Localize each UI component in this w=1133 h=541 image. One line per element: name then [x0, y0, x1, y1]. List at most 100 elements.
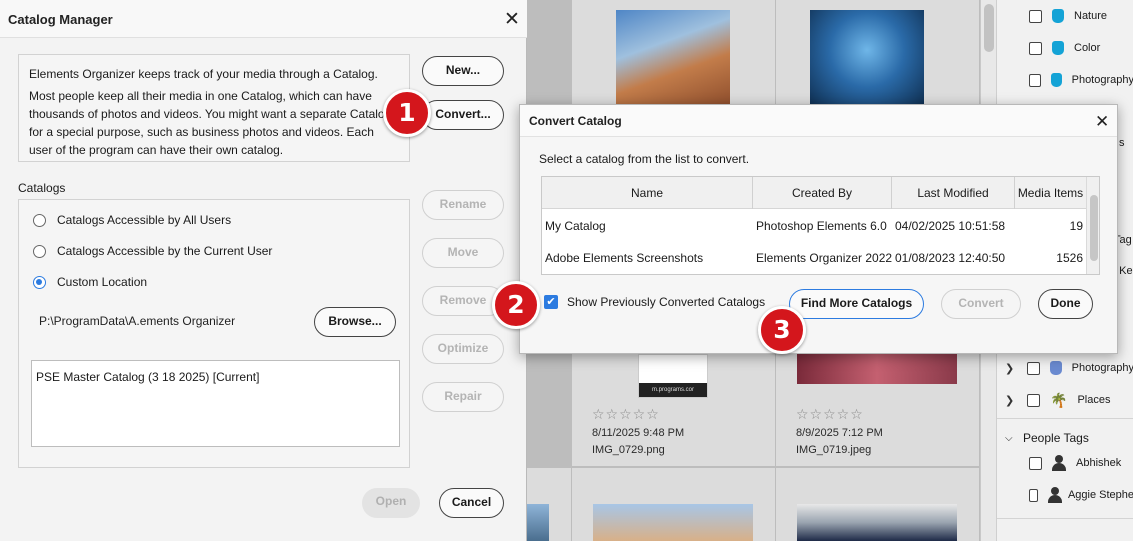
column-header-name[interactable]: Name [542, 177, 753, 209]
table-row[interactable]: My Catalog Photoshop Elements 6.0 04/02/… [542, 210, 1086, 242]
media-cell[interactable] [527, 468, 571, 541]
tag-item-places[interactable]: ❯ 🌴 Places [997, 389, 1133, 411]
star-rating[interactable]: ☆☆☆☆☆ [796, 406, 864, 423]
table-scrollbar[interactable] [1086, 177, 1099, 274]
photo-thumbnail[interactable] [593, 504, 753, 541]
catalogs-group: Catalogs Accessible by All Users Catalog… [18, 199, 410, 468]
radio-current-user[interactable]: Catalogs Accessible by the Current User [33, 244, 272, 258]
tag-item-nature[interactable]: Nature [997, 5, 1133, 27]
chevron-down-icon[interactable]: ⌵ [1005, 433, 1019, 444]
radio-label: Custom Location [57, 275, 148, 289]
photo-thumbnail[interactable] [810, 10, 924, 110]
chevron-right-icon[interactable]: ❯ [1005, 394, 1019, 407]
info-box: Elements Organizer keeps track of your m… [18, 54, 410, 162]
catalog-table: Name Created By Last Modified Media Item… [541, 176, 1100, 275]
cell-name: My Catalog [545, 219, 606, 233]
convert-button[interactable]: Convert... [422, 100, 504, 130]
tag-item-color[interactable]: Color [997, 37, 1133, 59]
photo-thumbnail[interactable] [797, 354, 957, 384]
photo-thumbnail[interactable] [616, 10, 730, 110]
partial-tag-label: s [1119, 137, 1125, 149]
media-filename: IMG_0729.png [592, 444, 665, 456]
section-label: People Tags [1023, 431, 1089, 445]
open-button[interactable]: Open [362, 488, 420, 518]
rename-button[interactable]: Rename [422, 190, 504, 220]
tag-checkbox[interactable] [1029, 456, 1042, 470]
media-cell[interactable]: m.programs.cor ☆☆☆☆☆ 8/11/2025 9:48 PM I… [572, 354, 775, 466]
tag-icon [1050, 73, 1062, 87]
callout-badge-2: 2 [492, 281, 540, 329]
done-button[interactable]: Done [1038, 289, 1093, 319]
column-header-media-items[interactable]: Media Items [1015, 177, 1086, 209]
tag-checkbox[interactable] [1029, 73, 1041, 87]
palm-tree-icon: 🌴 [1050, 391, 1068, 408]
radio-label: Catalogs Accessible by the Current User [57, 244, 273, 258]
media-cell[interactable] [572, 468, 775, 541]
close-icon[interactable]: ✕ [1095, 112, 1109, 131]
tag-label: Nature [1074, 10, 1108, 22]
browse-button[interactable]: Browse... [314, 307, 396, 337]
people-tag-abhishek[interactable]: Abhishek [997, 452, 1133, 474]
photo-thumbnail[interactable] [797, 504, 957, 541]
convert-catalog-dialog: Convert Catalog ✕ Select a catalog from … [519, 104, 1118, 354]
tag-label: Photography [1071, 74, 1133, 86]
cell-name: Adobe Elements Screenshots [545, 251, 704, 265]
cell-created-by: Elements Organizer 2022 [756, 251, 893, 265]
photo-thumbnail[interactable]: m.programs.cor [638, 354, 708, 398]
tag-label: Aggie Stephe [1067, 489, 1133, 501]
media-cell[interactable] [776, 0, 979, 110]
column-header-created-by[interactable]: Created By [753, 177, 892, 209]
people-tag-aggie[interactable]: Aggie Stephe [997, 484, 1133, 506]
cell-last-modified: 01/08/2023 12:40:50 [895, 251, 1006, 265]
tag-icon [1052, 9, 1064, 23]
move-button[interactable]: Move [422, 238, 504, 268]
table-row[interactable]: Adobe Elements Screenshots Elements Orga… [542, 242, 1086, 274]
cancel-button[interactable]: Cancel [439, 488, 504, 518]
people-tags-header[interactable]: ⌵ People Tags [997, 427, 1133, 449]
checkbox-checked-icon[interactable]: ✔ [544, 295, 558, 309]
cell-last-modified: 04/02/2025 10:51:58 [895, 219, 1006, 233]
tag-label: Abhishek [1076, 457, 1122, 469]
photo-thumbnail[interactable] [527, 504, 549, 541]
scrollbar-thumb[interactable] [1090, 195, 1098, 261]
repair-button[interactable]: Repair [422, 382, 504, 412]
tag-item-photography[interactable]: Photography [997, 69, 1133, 91]
tag-checkbox[interactable] [1029, 9, 1042, 23]
new-button[interactable]: New... [422, 56, 504, 86]
convert-catalog-button[interactable]: Convert [941, 289, 1021, 319]
media-cell[interactable]: ☆☆☆☆☆ 8/9/2025 7:12 PM IMG_0719.jpeg [776, 354, 979, 466]
dialog-title: Catalog Manager [8, 12, 113, 27]
show-converted-checkbox-row[interactable]: ✔ Show Previously Converted Catalogs [544, 295, 765, 309]
checkbox-label: Show Previously Converted Catalogs [567, 295, 766, 309]
column-header-last-modified[interactable]: Last Modified [892, 177, 1015, 209]
radio-button[interactable] [33, 213, 46, 227]
scrollbar-thumb[interactable] [984, 4, 994, 52]
dialog-title: Convert Catalog [529, 114, 622, 128]
tag-label: Color [1074, 42, 1101, 54]
tag-checkbox[interactable] [1026, 361, 1040, 375]
person-icon [1048, 487, 1064, 503]
media-cell[interactable] [572, 0, 775, 110]
tag-checkbox[interactable] [1029, 488, 1039, 502]
close-icon[interactable]: ✕ [504, 10, 520, 29]
media-cell[interactable] [776, 468, 979, 541]
panel-divider [997, 518, 1133, 519]
star-rating[interactable]: ☆☆☆☆☆ [592, 406, 660, 423]
radio-all-users[interactable]: Catalogs Accessible by All Users [33, 213, 231, 227]
catalog-list[interactable]: PSE Master Catalog (3 18 2025) [Current] [31, 360, 400, 447]
info-text: Most people keep all their media in one … [29, 89, 392, 157]
radio-button[interactable] [33, 244, 46, 258]
media-filename: IMG_0719.jpeg [796, 444, 872, 456]
optimize-button[interactable]: Optimize [422, 334, 504, 364]
tag-item-photography-category[interactable]: ❯ Photography [997, 357, 1133, 379]
catalog-list-item[interactable]: PSE Master Catalog (3 18 2025) [Current] [36, 370, 395, 384]
callout-badge-1: 1 [383, 89, 431, 137]
radio-custom-location[interactable]: Custom Location [33, 275, 147, 289]
table-header: Name Created By Last Modified Media Item… [542, 177, 1099, 209]
chevron-right-icon[interactable]: ❯ [1005, 362, 1019, 375]
custom-location-path: P:\ProgramData\A.ements Organizer [39, 314, 236, 328]
radio-button-selected[interactable] [33, 275, 46, 289]
find-more-catalogs-button[interactable]: Find More Catalogs [789, 289, 924, 319]
tag-checkbox[interactable] [1027, 393, 1040, 407]
tag-checkbox[interactable] [1029, 41, 1042, 55]
